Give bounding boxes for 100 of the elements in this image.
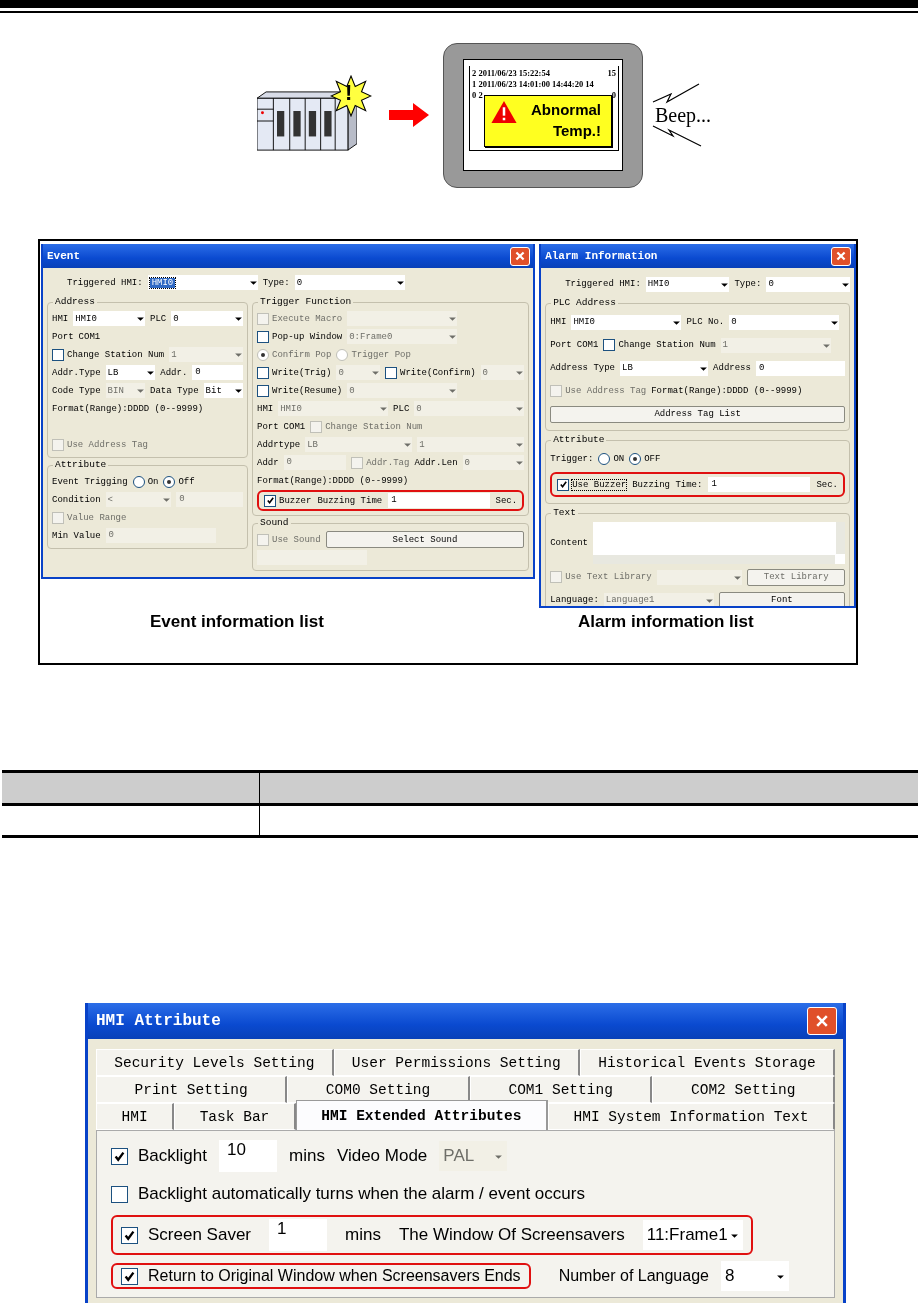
field-label: Port xyxy=(52,331,74,342)
tab[interactable]: COM1 Setting xyxy=(469,1076,653,1103)
checkbox[interactable] xyxy=(257,384,269,397)
window-title: HMI Attribute xyxy=(96,1012,221,1030)
close-button[interactable] xyxy=(807,1007,837,1035)
checkbox-label: Change Station Num xyxy=(67,349,165,360)
close-icon xyxy=(835,250,847,262)
field-label: Address xyxy=(713,363,751,373)
input-field[interactable]: 0 xyxy=(755,360,845,376)
field-label: Condition xyxy=(52,494,101,505)
starburst-icon xyxy=(330,75,372,117)
tab[interactable]: COM2 Setting xyxy=(652,1076,835,1103)
field-label: mins xyxy=(289,1146,325,1166)
caret-icon xyxy=(136,314,145,323)
sound-label: Beep... xyxy=(655,104,712,127)
field-label: HMI xyxy=(550,317,567,327)
group-title: Text xyxy=(551,507,578,518)
checkbox-label: Change Station Num xyxy=(618,340,716,350)
field-label: Triggered HMI: xyxy=(565,279,641,289)
caret-icon xyxy=(248,278,258,287)
checkbox[interactable] xyxy=(52,348,64,361)
tab[interactable]: Print Setting xyxy=(96,1076,288,1103)
close-icon xyxy=(514,250,527,262)
field-label: mins xyxy=(345,1225,381,1245)
close-button[interactable] xyxy=(831,246,851,266)
close-button[interactable] xyxy=(510,246,531,266)
field-label: Addr.Type xyxy=(52,367,101,378)
dropdown[interactable]: LB xyxy=(620,360,709,376)
input-field[interactable]: 10 xyxy=(219,1140,277,1172)
radio-button[interactable] xyxy=(132,475,145,488)
caret-icon xyxy=(162,495,172,504)
tab[interactable]: User Permissions Setting xyxy=(333,1049,580,1076)
dropdown[interactable]: 0 xyxy=(729,314,840,330)
checkbox-label: Backlight automatically turns when the alarm / event occurs xyxy=(138,1184,585,1204)
field-label: Type: xyxy=(734,279,762,289)
caret-icon xyxy=(515,368,525,377)
radio-button[interactable] xyxy=(163,475,176,488)
dialog-button[interactable]: Select Sound xyxy=(325,531,525,548)
input-field[interactable]: 1 xyxy=(269,1219,327,1251)
tab[interactable]: Task Bar xyxy=(174,1103,296,1130)
radio-button[interactable] xyxy=(598,453,611,465)
dropdown[interactable]: 0 xyxy=(766,276,850,292)
checkbox[interactable] xyxy=(111,1147,128,1165)
arrow-icon xyxy=(389,103,429,127)
dropdown[interactable]: HMI0 xyxy=(147,275,258,290)
field-label: PLC xyxy=(150,313,167,324)
dropdown[interactable]: 0 xyxy=(171,311,243,326)
dropdown[interactable]: HMI0 xyxy=(645,276,730,292)
checkbox[interactable] xyxy=(257,330,269,343)
field-label: HMI xyxy=(257,403,274,414)
tab[interactable]: HMI xyxy=(96,1103,175,1130)
input-field[interactable]: 0 xyxy=(192,365,243,380)
field-label: Sec. xyxy=(816,479,838,490)
field-label: Buzzing Time xyxy=(317,495,383,506)
dropdown[interactable]: HMI0 xyxy=(571,314,682,330)
log-entry: 1 2011/06/23 14:01:00 14:44:20 14 xyxy=(472,79,594,90)
checkbox[interactable] xyxy=(257,366,269,379)
radio-label: Trigger Pop xyxy=(351,349,411,360)
input-field[interactable]: 1 xyxy=(388,493,490,508)
checkbox[interactable] xyxy=(121,1226,138,1244)
field-label: Data Type xyxy=(150,385,199,396)
checkbox[interactable] xyxy=(385,366,397,379)
checkbox-label: Buzzer xyxy=(279,495,312,506)
checkbox[interactable] xyxy=(264,494,276,507)
field-label: Code Type xyxy=(52,385,101,396)
dialog-button[interactable]: Font xyxy=(718,591,845,606)
dropdown[interactable]: Bit xyxy=(203,383,243,398)
caret-icon xyxy=(395,278,405,287)
field-label: COM1 xyxy=(78,331,101,342)
field-label: Format(Range):DDDD (0--9999) xyxy=(651,386,803,396)
tab[interactable]: HMI Extended Attributes xyxy=(295,1100,548,1130)
checkbox-label: Write(Resume) xyxy=(272,385,343,396)
tab[interactable]: Security Levels Setting xyxy=(96,1049,334,1076)
checkbox[interactable] xyxy=(121,1267,138,1285)
field-label: Content xyxy=(550,538,588,548)
checkbox-label: Use Text Library xyxy=(565,572,652,582)
dialog-button[interactable]: Address Tag List xyxy=(550,405,845,423)
tab[interactable]: HMI System Information Text xyxy=(548,1103,835,1130)
dropdown[interactable]: 8 xyxy=(720,1261,789,1291)
radio-button[interactable] xyxy=(629,453,642,465)
radio-label: ON xyxy=(613,454,625,464)
field-label: PLC xyxy=(393,403,410,414)
checkbox-label: Use Address Tag xyxy=(67,439,148,450)
exclamation-mark: ! xyxy=(345,80,353,106)
dropdown[interactable]: HMI0 xyxy=(73,311,145,326)
field-label: HMI xyxy=(52,313,69,324)
checkbox[interactable] xyxy=(557,478,570,491)
scrollbar[interactable] xyxy=(836,522,845,554)
checkbox[interactable] xyxy=(111,1185,128,1203)
dropdown[interactable]: 0 xyxy=(294,275,405,290)
dropdown[interactable]: 11:Frame1 xyxy=(642,1220,743,1250)
tab[interactable]: Historical Events Storage xyxy=(579,1049,835,1076)
input-field[interactable]: 1 xyxy=(708,477,811,492)
dropdown[interactable]: LB xyxy=(105,365,156,380)
field-label: Number of Language xyxy=(558,1267,709,1285)
warning-icon xyxy=(491,101,517,123)
radio-label: Confirm Pop xyxy=(272,349,332,360)
checkbox-label: Write(Trig) xyxy=(272,367,332,378)
checkbox[interactable] xyxy=(603,339,616,351)
scrollbar[interactable] xyxy=(593,555,835,564)
